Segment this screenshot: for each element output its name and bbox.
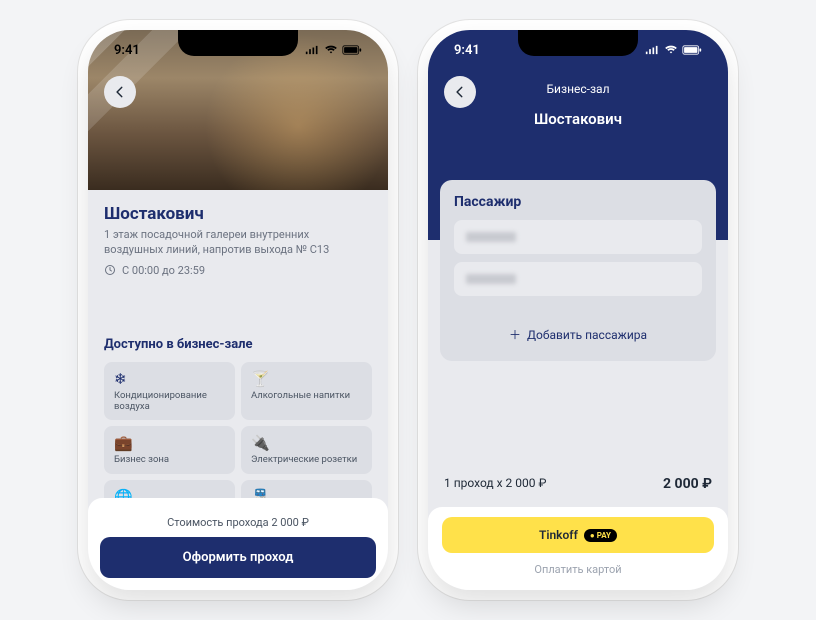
amenity-label: Электрические розетки [251, 454, 362, 465]
snowflake-icon: ❄ [114, 370, 225, 386]
arrow-left-icon [113, 85, 127, 99]
status-time: 9:41 [114, 43, 140, 58]
briefcase-icon: 💼 [114, 434, 225, 450]
tinkoff-pay-button[interactable]: Tinkoff ● PAY [442, 517, 714, 553]
phone-lounge-detail: 9:41 Шостакович 1 этаж посадочной галере… [88, 30, 388, 590]
amenities-grid: ❄ Кондиционирование воздуха 🍸 Алкогольные … [104, 362, 372, 516]
checkout-button[interactable]: Оформить проход [100, 537, 376, 578]
lounge-location: 1 этаж посадочной галереи внутренних воз… [104, 228, 334, 258]
tinkoff-label: Tinkoff [539, 528, 578, 542]
back-button[interactable] [104, 76, 136, 108]
redacted-text [466, 274, 516, 284]
amenity-item: ❄ Кондиционирование воздуха [104, 362, 235, 421]
price-summary: 1 проход х 2 000 2 000 [444, 476, 712, 492]
amenity-label: Алкогольные напитки [251, 390, 362, 401]
status-icons [305, 45, 362, 55]
lounge-name: Шостакович [428, 110, 728, 128]
lounge-hours: С 00:00 до 23:59 [104, 264, 372, 277]
passenger-card: Пассажир ＋ Добавить пассажира [440, 180, 716, 361]
payment-sheet: Tinkoff ● PAY Оплатить картой [428, 507, 728, 590]
bottom-sheet: Стоимость прохода 2 000 Оформить проход [88, 498, 388, 590]
amenity-label: Кондиционирование воздуха [114, 390, 225, 413]
pay-badge: ● PAY [584, 529, 617, 542]
clock-icon [104, 264, 116, 276]
lounge-title: Шостакович [104, 204, 372, 224]
amenities-title: Доступно в бизнес-зале [104, 337, 372, 352]
add-passenger-button[interactable]: ＋ Добавить пассажира [454, 326, 702, 343]
passenger-section-title: Пассажир [454, 194, 702, 210]
cocktail-icon: 🍸 [251, 370, 362, 386]
amenity-item: 🍸 Алкогольные напитки [241, 362, 372, 421]
price-label: Стоимость прохода 2 000 [100, 516, 376, 529]
passenger-name-field[interactable] [454, 220, 702, 254]
amenity-item: 🔌 Электрические розетки [241, 426, 372, 473]
plug-icon: 🔌 [251, 434, 362, 450]
plus-icon: ＋ [509, 326, 521, 343]
notch [178, 30, 298, 56]
summary-breakdown: 1 проход х 2 000 [444, 476, 546, 492]
add-passenger-label: Добавить пассажира [527, 328, 647, 342]
passenger-doc-field[interactable] [454, 262, 702, 296]
pay-badge-dot: ● [590, 531, 595, 540]
redacted-text [466, 232, 516, 242]
back-button[interactable] [444, 76, 476, 108]
amenity-item: 💼 Бизнес зона [104, 426, 235, 473]
amenity-label: Бизнес зона [114, 454, 225, 465]
status-time: 9:41 [454, 43, 480, 58]
notch [518, 30, 638, 56]
hours-text: С 00:00 до 23:59 [122, 264, 205, 277]
status-icons [645, 45, 702, 55]
summary-total: 2 000 [663, 476, 712, 492]
pay-by-card-link[interactable]: Оплатить картой [442, 563, 714, 576]
pay-badge-text: PAY [597, 531, 611, 540]
phone-checkout: 9:41 Бизнес-зал Шостакович Пассажир ＋ До… [428, 30, 728, 590]
arrow-left-icon [453, 85, 467, 99]
